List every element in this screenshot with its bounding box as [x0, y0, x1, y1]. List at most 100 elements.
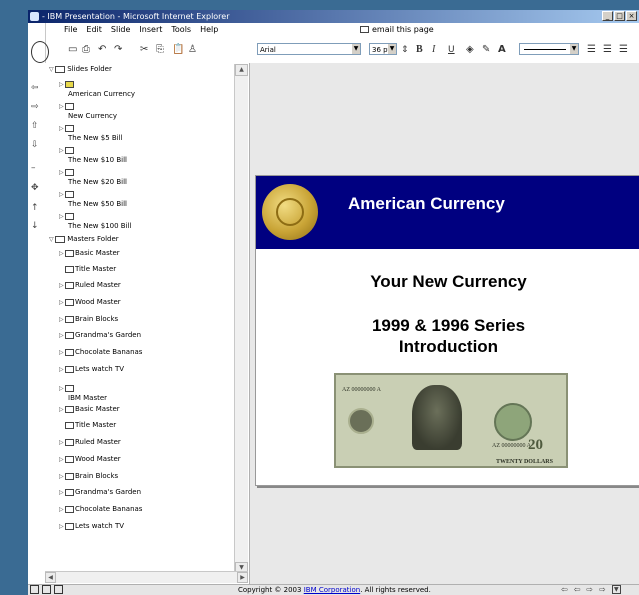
tree-master[interactable]: ▷ Chocolate Bananas — [59, 348, 142, 357]
menu-file[interactable]: File — [64, 25, 77, 37]
tree-slides-folder[interactable]: ▽ Slides Folder — [49, 65, 112, 74]
size-stepper-icon[interactable]: ⇕ — [401, 43, 409, 57]
close-button[interactable]: × — [626, 11, 637, 21]
tree-master[interactable]: ▷ Wood Master — [59, 298, 121, 307]
ibm-corporation-link[interactable]: IBM Corporation — [304, 586, 360, 594]
italic-button[interactable]: I — [432, 43, 435, 57]
paste-icon[interactable]: 📋 — [172, 43, 184, 57]
tree-ibm-master[interactable]: ▷ — [59, 384, 75, 393]
tree-masters-folder[interactable]: ▽ Masters Folder — [49, 235, 119, 244]
menu-edit[interactable]: Edit — [86, 25, 102, 37]
slide-intro-line[interactable]: Introduction — [256, 337, 639, 357]
tree-slide[interactable]: ▷ — [59, 124, 75, 133]
user-icon[interactable]: ♙ — [188, 43, 197, 57]
copy-icon[interactable]: ⎘ — [156, 43, 164, 57]
undo-icon[interactable]: ↶ — [98, 43, 106, 57]
maximize-button[interactable]: □ — [614, 11, 625, 21]
underline-button[interactable]: U — [448, 43, 455, 57]
window-title: - IBM Presentation - Microsoft Internet … — [42, 12, 230, 21]
tree-master[interactable]: Title Master — [65, 421, 116, 430]
tree-master[interactable]: ▷ Brain Blocks — [59, 472, 118, 481]
align-left-icon[interactable]: ☰ — [587, 43, 596, 57]
tree-master[interactable]: ▷ Ruled Master — [59, 438, 121, 447]
font-size-select[interactable]: 36 pt ▼ — [369, 43, 397, 55]
bill-seal-icon — [348, 408, 374, 434]
scroll-left-icon[interactable]: ◀ — [45, 572, 56, 583]
tree-horizontal-scrollbar[interactable]: ◀ ▶ — [45, 571, 248, 583]
scroll-right-icon[interactable]: ▶ — [237, 572, 248, 583]
format-toolbar: ▭ ⎙ ↶ ↷ ✂ ⎘ 📋 ♙ Arial ▼ 36 pt ▼ ⇕ B I U … — [64, 42, 639, 58]
tree-slide-label[interactable]: New Currency — [68, 112, 117, 121]
tree-master[interactable]: Title Master — [65, 265, 116, 274]
tree-slide-label[interactable]: The New $100 Bill — [68, 222, 131, 231]
menu-slide[interactable]: Slide — [111, 25, 131, 37]
tree-master[interactable]: ▷ Grandma's Garden — [59, 488, 141, 497]
tree-slide[interactable]: ▷ — [59, 146, 75, 155]
sort-down-icon[interactable]: ↓ — [31, 221, 39, 231]
font-color-icon[interactable]: A — [498, 43, 506, 57]
tree-master[interactable]: ▷ Brain Blocks — [59, 315, 118, 324]
slide-view-icon[interactable] — [54, 585, 63, 594]
tree-slide-label[interactable]: The New $10 Bill — [68, 156, 127, 165]
tree-vertical-scrollbar[interactable]: ▲ ▼ — [234, 64, 248, 574]
align-right-icon[interactable]: ☰ — [619, 43, 628, 57]
slide-subtitle[interactable]: Your New Currency — [256, 272, 639, 292]
print-icon[interactable]: ⎙ — [82, 43, 90, 57]
new-slide-icon[interactable]: ▭ — [68, 43, 77, 57]
previous-slide-icon[interactable]: ⇦ — [574, 585, 581, 594]
arrow-up-icon[interactable]: ⇧ — [31, 121, 39, 131]
tree-slide[interactable]: ▷ — [59, 102, 75, 111]
tree-master[interactable]: ▷ Grandma's Garden — [59, 331, 141, 340]
tree-slide[interactable]: ▷ — [59, 190, 75, 199]
tree-slide-label[interactable]: The New $50 Bill — [68, 200, 127, 209]
arrow-right-icon[interactable]: ⇨ — [31, 102, 39, 112]
first-slide-icon[interactable]: ⇦ — [561, 585, 568, 594]
minimize-button[interactable]: _ — [602, 11, 613, 21]
menu-help[interactable]: Help — [200, 25, 218, 37]
tree-slide[interactable]: ▷ — [59, 80, 75, 89]
arrow-down-icon[interactable]: ⇩ — [31, 140, 39, 150]
tree-master[interactable]: ▷ Wood Master — [59, 455, 121, 464]
outline-view-icon[interactable] — [30, 585, 39, 594]
tree-master[interactable]: ▷ Ruled Master — [59, 281, 121, 290]
tree-master[interactable]: ▷ Lets watch TV — [59, 522, 124, 531]
tree-master[interactable]: ▷ Chocolate Bananas — [59, 505, 142, 514]
bill-words: TWENTY DOLLARS — [496, 459, 553, 465]
scroll-up-icon[interactable]: ▲ — [235, 64, 248, 76]
expand-icon[interactable]: ✥ — [31, 183, 39, 193]
menu-tools[interactable]: Tools — [171, 25, 191, 37]
font-select[interactable]: Arial ▼ — [257, 43, 361, 55]
slide-icon — [65, 80, 74, 88]
tree-master[interactable]: ▷ Basic Master — [59, 405, 120, 414]
tree-ibm-master-label[interactable]: IBM Master — [68, 394, 107, 403]
fill-color-icon[interactable]: ◈ — [466, 43, 474, 57]
next-slide-icon[interactable]: ⇨ — [586, 585, 593, 594]
cut-icon[interactable]: ✂ — [140, 43, 148, 57]
tree-slide-label[interactable]: The New $20 Bill — [68, 178, 127, 187]
tree-slide[interactable]: ▷ — [59, 168, 75, 177]
collapse-icon[interactable]: – — [31, 163, 36, 173]
sort-up-icon[interactable]: ↑ — [31, 203, 39, 213]
tree-slide-label[interactable]: American Currency — [68, 90, 135, 99]
bold-button[interactable]: B — [416, 43, 423, 57]
envelope-icon — [360, 26, 369, 33]
email-this-page-link[interactable]: email this page — [360, 25, 434, 34]
tree-master[interactable]: ▷ Basic Master — [59, 249, 120, 258]
last-slide-icon[interactable]: ⇨ — [599, 585, 606, 594]
align-center-icon[interactable]: ☰ — [603, 43, 612, 57]
arrow-left-icon[interactable]: ⇦ — [31, 83, 39, 93]
line-style-select[interactable]: ▼ — [519, 43, 579, 55]
tree-master[interactable]: ▷ Lets watch TV — [59, 365, 124, 374]
tree-slide[interactable]: ▷ — [59, 212, 75, 221]
menu-insert[interactable]: Insert — [139, 25, 162, 37]
status-bar: Copyright © 2003 IBM Corporation. All ri… — [28, 584, 639, 595]
redo-icon[interactable]: ↷ — [114, 43, 122, 57]
tree-slide-label[interactable]: The New $5 Bill — [68, 134, 123, 143]
slide-canvas[interactable]: American Currency Your New Currency 1999… — [255, 175, 639, 486]
sorter-view-icon[interactable] — [42, 585, 51, 594]
menu-dropdown-icon[interactable]: ▼ — [611, 585, 621, 594]
slide-series-line[interactable]: 1999 & 1996 Series — [256, 316, 639, 336]
folder-icon — [55, 235, 65, 243]
slide-title[interactable]: American Currency — [348, 194, 505, 214]
line-color-icon[interactable]: ✎ — [482, 43, 490, 57]
